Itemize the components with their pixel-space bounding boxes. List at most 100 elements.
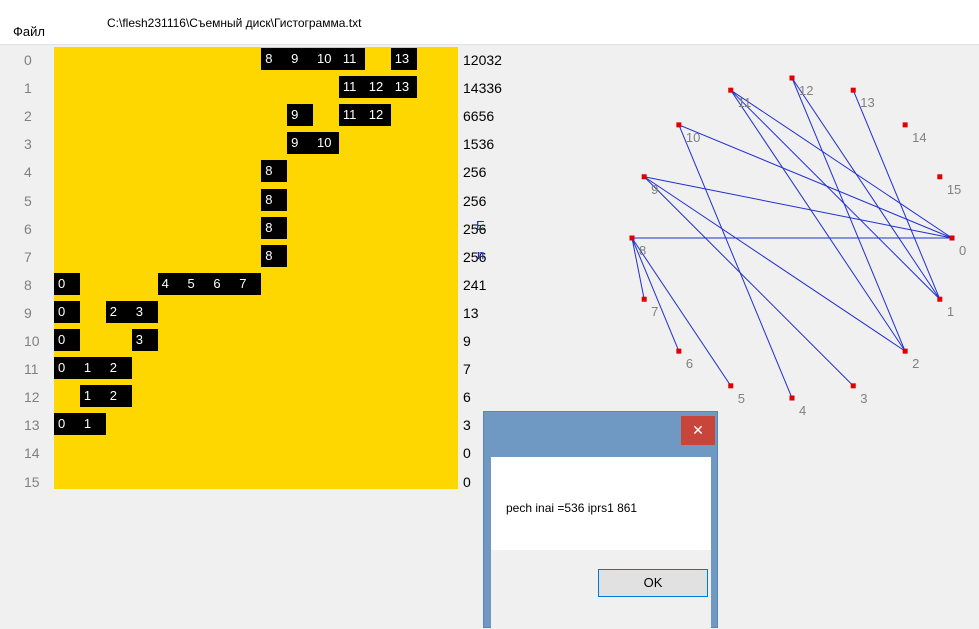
graph-node	[850, 383, 856, 389]
histogram-cell: 1	[79, 385, 106, 408]
row-count: 3	[463, 417, 471, 434]
graph-node-label: 12	[799, 83, 813, 98]
row-count: 241	[463, 276, 487, 293]
graph-node-label: 2	[912, 356, 919, 371]
histogram-cell: 8	[261, 216, 288, 239]
dialog-message: pech inai =536 iprs1 861	[506, 501, 638, 515]
row-label: 15	[24, 473, 40, 490]
histogram-cell: 8	[261, 244, 288, 267]
histogram-cell: 4	[157, 272, 184, 295]
graph-edge	[791, 77, 941, 300]
row-count: 13	[463, 304, 479, 321]
histogram-cell: 10	[313, 48, 339, 70]
histogram-cell: 10	[313, 132, 339, 155]
graph-edge	[678, 124, 953, 239]
histogram-cell: 0	[54, 357, 80, 380]
row-label: 8	[24, 276, 32, 293]
histogram-cell: 11	[338, 48, 365, 70]
graph-edge	[730, 89, 941, 300]
menu-bar: Файл C:\flesh231116\Съемный диск\Гистогр…	[0, 0, 979, 45]
graph-node-label: 9	[651, 182, 658, 197]
graph-node	[902, 122, 908, 128]
histogram-cell: 9	[287, 48, 314, 70]
row-label: 4	[24, 164, 32, 181]
row-label: 0	[24, 52, 32, 68]
graph-node-label: 10	[686, 130, 700, 145]
row-count: 256	[463, 164, 487, 181]
histogram-cell: 0	[54, 300, 80, 323]
histogram-cell: 13	[390, 76, 417, 99]
histogram-cell: 7	[235, 272, 262, 295]
histogram-cell: 2	[105, 300, 132, 323]
graph-node	[937, 296, 943, 302]
row-count: 12032	[463, 52, 502, 68]
row-count: 6	[463, 389, 471, 406]
menu-file[interactable]: Файл	[13, 24, 45, 39]
row-label: 1	[24, 80, 32, 97]
histogram-cell: 11	[338, 76, 365, 99]
graph-node	[728, 383, 734, 389]
graph-node	[676, 122, 682, 128]
row-label: 12	[24, 389, 40, 406]
histogram-cell: 9	[287, 104, 314, 127]
close-button[interactable]: ✕	[681, 416, 715, 445]
graph-node	[850, 87, 856, 93]
histogram-cell: 1	[79, 357, 106, 380]
histogram-cell: 2	[105, 385, 132, 408]
graph-node	[641, 296, 647, 302]
row-label: 7	[24, 248, 32, 265]
histogram-cell: 13	[390, 48, 417, 70]
row-label: 5	[24, 192, 32, 209]
graph-edge	[643, 176, 854, 387]
histogram-cell: 6	[209, 272, 236, 295]
graph-node-label: 0	[959, 243, 966, 258]
graph-edge	[730, 89, 906, 352]
row-label: 14	[24, 445, 40, 462]
graph-node	[676, 348, 682, 354]
graph-edge	[852, 89, 941, 300]
histogram-cell: 5	[183, 272, 210, 295]
histogram-cell: 12	[364, 104, 391, 127]
graph-node-label: 3	[860, 391, 867, 406]
row-label: 11	[24, 361, 39, 378]
row-count: 14336	[463, 80, 502, 97]
histogram-cell: 3	[131, 329, 158, 351]
row-label: 2	[24, 108, 32, 125]
graph-node-label: 1	[947, 304, 954, 319]
graph-node-label: 7	[651, 304, 658, 319]
graph-node	[937, 174, 943, 180]
graph-node-label: 13	[860, 95, 874, 110]
row-label: 3	[24, 136, 32, 153]
graph-node	[641, 174, 647, 180]
graph-edge	[791, 77, 906, 352]
graph-node	[789, 75, 795, 81]
row-label: 13	[24, 417, 40, 434]
row-label: 6	[24, 220, 32, 237]
row-count: 1536	[463, 136, 495, 153]
row-count: 6656	[463, 108, 495, 125]
graph-node-label: 5	[738, 391, 745, 406]
graph-node	[629, 235, 635, 241]
histogram-cell: 0	[54, 272, 80, 295]
marker-e: E	[476, 218, 485, 233]
message-dialog: ✕ pech inai =536 iprs1 861 OK	[483, 411, 718, 629]
marker-n: n	[477, 247, 485, 262]
row-count: 7	[463, 361, 471, 378]
histogram-grid: 8 9 10 11 13 11 12 13 9 11 12 9 10 8 8 8 8 0 4 5 6 7 0 2 3 0 3 0 1 2 1…	[54, 47, 458, 489]
graph-node-label: 4	[799, 403, 806, 418]
graph-node	[728, 87, 734, 93]
histogram-cell: 8	[261, 188, 288, 211]
row-count: 0	[463, 473, 471, 490]
histogram-cell: 8	[261, 48, 288, 70]
graph-node-label: 6	[686, 356, 693, 371]
graph-node-label: 14	[912, 130, 926, 145]
graph-edge	[678, 124, 793, 399]
dialog-body: pech inai =536 iprs1 861	[491, 457, 711, 550]
row-label: 9	[24, 304, 32, 321]
histogram-cell: 11	[338, 104, 365, 127]
dialog-footer: OK	[491, 550, 711, 629]
histogram-cell: 8	[261, 160, 288, 183]
graph-node-label: 11	[738, 95, 752, 110]
ok-button[interactable]: OK	[598, 569, 708, 597]
histogram-cell: 3	[131, 300, 158, 323]
